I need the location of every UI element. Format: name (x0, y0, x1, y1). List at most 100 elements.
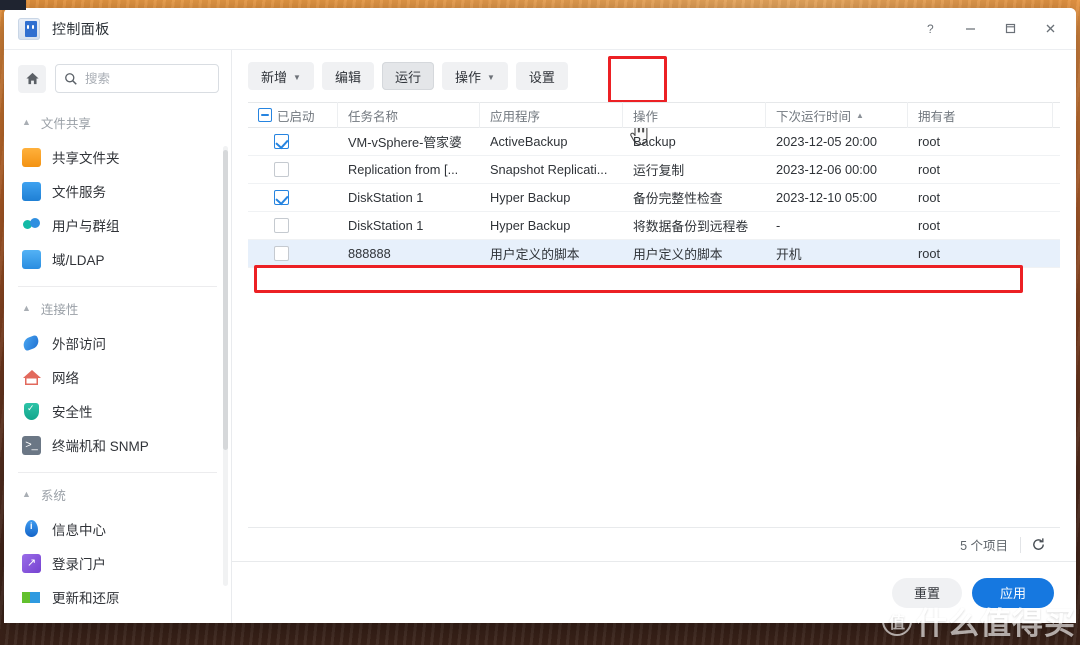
row-enabled-cell[interactable] (248, 240, 338, 268)
sidebar-item-domain-ldap[interactable]: 域/LDAP (4, 242, 231, 276)
sidebar-item-label: 外部访问 (52, 337, 106, 352)
create-button-label: 新增 (261, 69, 288, 85)
row-checkbox[interactable] (274, 162, 289, 177)
row-next-run-time: 2023-12-10 05:00 (776, 190, 878, 205)
sidebar-section-header[interactable]: ▲ 连接性 (4, 291, 231, 326)
sidebar-item-label: 终端机和 SNMP (52, 439, 149, 454)
row-task-name: VM-vSphere-管家婆 (348, 135, 462, 150)
column-header-label: 操作 (633, 109, 659, 124)
create-button[interactable]: 新增 ▼ (248, 62, 314, 90)
sidebar-item-login-portal[interactable]: ↗ 登录门户 (4, 546, 231, 580)
column-header-task-name[interactable]: 任务名称 (338, 102, 480, 128)
column-header-label: 拥有者 (918, 109, 956, 124)
info-center-icon (22, 519, 41, 539)
select-all-checkbox[interactable] (258, 108, 272, 122)
sidebar-item-shared-folder[interactable]: 共享文件夹 (4, 140, 231, 174)
row-spacer (1053, 184, 1073, 212)
sidebar-item-external-access[interactable]: 外部访问 (4, 326, 231, 360)
row-checkbox[interactable] (274, 218, 289, 233)
column-header-label: 已启动 (277, 109, 315, 124)
row-checkbox[interactable] (274, 190, 289, 205)
column-header-label: 下次运行时间 (776, 109, 852, 124)
table-body: VM-vSphere-管家婆 ActiveBackup Backup 2023-… (248, 128, 1060, 293)
column-header-application[interactable]: 应用程序 (480, 102, 623, 128)
maximize-icon[interactable] (990, 14, 1030, 44)
sidebar-nav: ▲ 文件共享 共享文件夹 文件服务 用户与群组 域/LDAP ▲ 连接性 外部访… (4, 105, 231, 614)
settings-button-label: 设置 (528, 69, 555, 85)
table-row[interactable]: DiskStation 1 Hyper Backup 将数据备份到远程卷 - r… (248, 212, 1060, 240)
help-icon[interactable]: ? (910, 14, 950, 44)
update-restore-icon (22, 588, 41, 607)
row-action: 用户定义的脚本 (633, 247, 723, 262)
reset-button[interactable]: 重置 (891, 577, 962, 608)
title-bar: 控制面板 ? (4, 8, 1076, 50)
column-header-next-run-time[interactable]: 下次运行时间 ▲ (766, 102, 908, 128)
apply-button-label: 应用 (999, 586, 1026, 601)
run-button[interactable]: 运行 (381, 62, 434, 90)
sidebar-item-terminal-snmp[interactable]: >_ 终端机和 SNMP (4, 428, 231, 462)
sidebar-section-header[interactable]: ▲ 文件共享 (4, 105, 231, 140)
row-enabled-cell[interactable] (248, 184, 338, 212)
minimize-icon[interactable] (950, 14, 990, 44)
table-row[interactable]: 888888 用户定义的脚本 用户定义的脚本 开机 root (248, 240, 1060, 268)
sidebar: ▲ 文件共享 共享文件夹 文件服务 用户与群组 (4, 50, 232, 623)
column-header-enabled[interactable]: 已启动 (248, 102, 338, 128)
row-owner: root (918, 190, 941, 205)
sidebar-item-info-center[interactable]: 信息中心 (4, 512, 231, 546)
column-header-owner[interactable]: 拥有者 (908, 102, 1053, 128)
sidebar-item-label: 更新和还原 (52, 591, 120, 606)
column-header-action[interactable]: 操作 (623, 102, 766, 128)
main-panel: 新增 ▼ 编辑 运行 操作 ▼ 设置 已启动 任务名称 应用程序 操作 下次运行… (232, 50, 1076, 623)
row-application: Hyper Backup (490, 218, 571, 233)
close-icon[interactable] (1030, 14, 1070, 44)
file-service-icon (22, 181, 41, 201)
row-enabled-cell[interactable] (248, 128, 338, 156)
search-input[interactable] (85, 71, 210, 86)
edit-button[interactable]: 编辑 (321, 62, 374, 90)
row-next-run-time: 2023-12-06 00:00 (776, 162, 878, 177)
home-icon[interactable] (18, 64, 46, 93)
sidebar-item-label: 文件服务 (52, 185, 106, 200)
row-spacer (1053, 128, 1073, 156)
row-application: ActiveBackup (490, 134, 568, 149)
table-row[interactable]: DiskStation 1 Hyper Backup 备份完整性检查 2023-… (248, 184, 1060, 212)
row-enabled-cell[interactable] (248, 156, 338, 184)
sidebar-item-users-groups[interactable]: 用户与群组 (4, 208, 231, 242)
row-next-run-time: 开机 (776, 247, 802, 262)
sidebar-item-label: 共享文件夹 (52, 151, 120, 166)
edit-button-label: 编辑 (334, 69, 361, 85)
sidebar-item-network[interactable]: 网络 (4, 360, 231, 394)
chevron-up-icon: ▲ (22, 302, 31, 313)
row-task-name: 888888 (348, 246, 391, 261)
row-owner: root (918, 162, 941, 177)
sidebar-item-label: 安全性 (52, 405, 93, 420)
row-checkbox[interactable] (274, 134, 289, 149)
sidebar-item-update-restore[interactable]: 更新和还原 (4, 580, 231, 614)
sidebar-search-row (4, 64, 231, 93)
row-owner: root (918, 218, 941, 233)
sidebar-scrollbar-thumb[interactable] (223, 150, 228, 450)
row-next-run-time: 2023-12-05 20:00 (776, 134, 878, 149)
chevron-down-icon: ▼ (486, 72, 495, 82)
action-bar: 重置 应用 (232, 561, 1076, 623)
row-next-run-time: - (776, 218, 781, 233)
table-row[interactable]: VM-vSphere-管家婆 ActiveBackup Backup 2023-… (248, 128, 1060, 156)
row-checkbox[interactable] (274, 246, 289, 261)
window-title: 控制面板 (52, 20, 110, 37)
sidebar-divider (18, 286, 217, 287)
sidebar-item-file-service[interactable]: 文件服务 (4, 174, 231, 208)
task-table: 已启动 任务名称 应用程序 操作 下次运行时间 ▲ 拥有者 VM-vSphere… (232, 102, 1076, 527)
chevron-up-icon: ▲ (22, 116, 31, 127)
table-row[interactable]: Replication from [... Snapshot Replicati… (248, 156, 1060, 184)
control-panel-icon (18, 17, 40, 40)
sidebar-item-security[interactable]: 安全性 (4, 394, 231, 428)
action-button[interactable]: 操作 ▼ (441, 62, 508, 90)
settings-button[interactable]: 设置 (515, 62, 568, 90)
column-header-label: 任务名称 (348, 109, 399, 124)
sidebar-section-header[interactable]: ▲ 系统 (4, 477, 231, 512)
search-box[interactable] (55, 64, 219, 93)
apply-button[interactable]: 应用 (971, 577, 1054, 608)
row-spacer (1053, 212, 1073, 240)
refresh-icon[interactable] (1021, 537, 1056, 552)
row-enabled-cell[interactable] (248, 212, 338, 240)
